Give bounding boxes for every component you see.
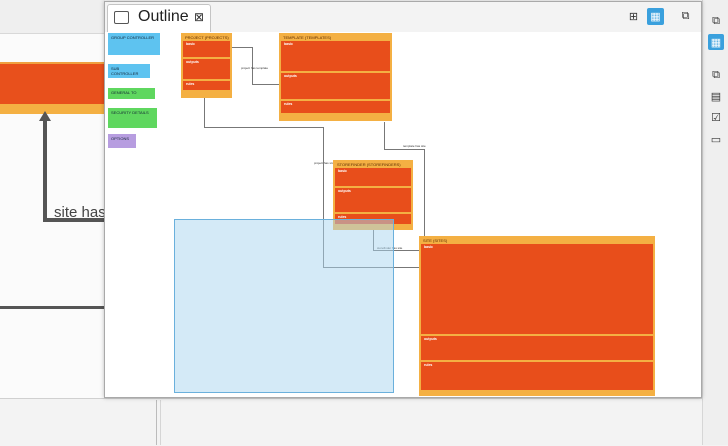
tab-title: Outline	[138, 8, 189, 25]
arrow-head-icon	[39, 111, 51, 121]
legend-item[interactable]: OPTIONS	[108, 134, 136, 148]
side-toolbar: ⧉ ▦ ⧉ ▤ ☑ ▭	[702, 0, 728, 445]
outline-panel: Outline ⊠ ⊞ ▦ ⧉ GROUP CONTROLLER SUB CON…	[104, 1, 702, 398]
outline-header: Outline ⊠ ⊞ ▦ ⧉	[105, 2, 701, 32]
section-label: outputs	[338, 189, 351, 193]
tab-outline[interactable]: Outline ⊠	[107, 4, 211, 32]
entity-section: basic	[335, 168, 411, 188]
entity-section: basic	[421, 244, 653, 336]
outline-icon	[114, 11, 129, 24]
legend-item[interactable]: SECURITY DETAILS	[108, 108, 157, 128]
viewport-selector[interactable]	[174, 219, 394, 393]
relation-line[interactable]	[252, 84, 279, 85]
relation-line[interactable]	[204, 127, 324, 128]
section-label: outputs	[186, 60, 199, 64]
restore-icon[interactable]: ⧉	[708, 67, 724, 83]
relation-line[interactable]	[424, 149, 425, 237]
entity-node[interactable]	[0, 62, 105, 114]
relation-line[interactable]	[0, 306, 105, 309]
section-label: outputs	[424, 337, 437, 341]
section-label: basic	[186, 42, 195, 46]
legend-label: SUB CONTROLLER	[111, 66, 139, 76]
outline-toolbar: ⊞ ▦ ⧉	[613, 6, 701, 28]
entity-section: basic	[281, 41, 390, 73]
tree-view-icon[interactable]: ⊞	[625, 8, 642, 25]
entity-project[interactable]: PROJECT (PROJECTS) basic outputs rules	[181, 33, 232, 98]
entity-site[interactable]: SITE (SITES) basic outputs rules	[419, 236, 655, 396]
overview-icon[interactable]: ▦	[647, 8, 664, 25]
legend-label: SECURITY DETAILS	[111, 110, 149, 115]
entity-section: outputs	[421, 336, 653, 362]
entity-section: rules	[281, 101, 390, 115]
relation-line[interactable]	[384, 149, 424, 150]
panel-divider[interactable]	[156, 400, 157, 445]
section-label: basic	[338, 169, 347, 173]
legend-item[interactable]: GROUP CONTROLLER	[108, 33, 160, 55]
legend-label: OPTIONS	[111, 136, 130, 141]
section-label: rules	[424, 363, 433, 367]
outline-view-icon[interactable]: ▦	[708, 34, 724, 50]
section-label: rules	[284, 102, 293, 106]
entity-section: outputs	[335, 188, 411, 214]
relation-line[interactable]	[43, 120, 47, 222]
entity-section: outputs	[183, 59, 230, 81]
outline-canvas[interactable]: GROUP CONTROLLER SUB CONTROLLER GENERAL …	[107, 32, 699, 396]
calendar-icon[interactable]: ▤	[708, 88, 724, 104]
legend-label: GROUP CONTROLLER	[111, 35, 155, 40]
close-icon[interactable]: ⊠	[194, 10, 204, 24]
entity-template[interactable]: TEMPLATE (TEMPLATES) basic outputs rules	[279, 33, 392, 121]
console-icon[interactable]: ▭	[708, 131, 724, 147]
entity-section: outputs	[281, 73, 390, 101]
entity-section: basic	[183, 41, 230, 59]
legend-label: GENERAL TO	[111, 90, 137, 95]
legend-item[interactable]: GENERAL TO	[108, 88, 155, 99]
tasks-icon[interactable]: ☑	[708, 109, 724, 125]
section-label: outputs	[284, 74, 297, 78]
relation-label: project has template	[241, 66, 269, 70]
entity-title: STOREFINDER (STOREFINDERS)	[337, 162, 401, 167]
editor-header	[0, 0, 105, 34]
relation-label: template has site	[403, 144, 426, 148]
relation-line[interactable]	[204, 98, 205, 127]
legend-item[interactable]: SUB CONTROLLER	[108, 64, 150, 78]
entity-section: rules	[183, 81, 230, 92]
entity-section: rules	[421, 362, 653, 392]
restore-icon[interactable]: ⧉	[677, 8, 694, 25]
restore-icon[interactable]: ⧉	[708, 13, 724, 29]
relation-line[interactable]	[384, 122, 385, 149]
section-label: rules	[186, 82, 195, 86]
bottom-panel	[0, 398, 728, 446]
relation-label: site has	[54, 204, 106, 221]
entity-title: PROJECT (PROJECTS)	[185, 35, 229, 40]
section-label: basic	[284, 42, 293, 46]
panel-divider	[160, 400, 161, 445]
section-label: basic	[424, 245, 433, 249]
